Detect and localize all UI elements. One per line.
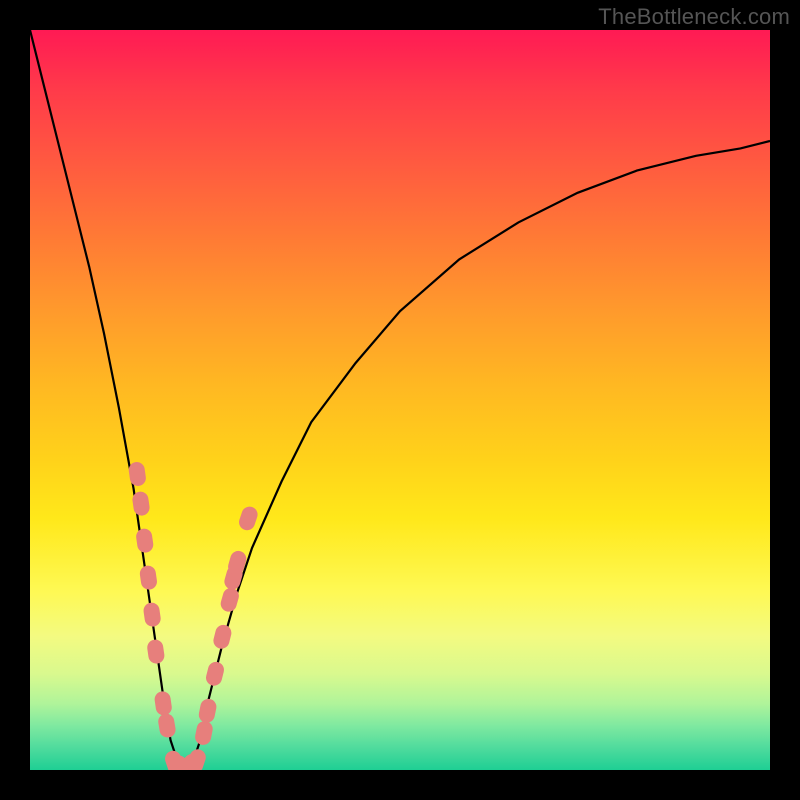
curve-layer xyxy=(30,30,770,770)
marker xyxy=(237,504,260,532)
marker xyxy=(142,602,161,628)
marker xyxy=(154,690,173,716)
marker xyxy=(197,697,217,724)
curve-path xyxy=(30,30,770,770)
curve-markers xyxy=(128,461,260,770)
marker xyxy=(157,712,177,738)
marker xyxy=(146,639,165,665)
marker xyxy=(204,660,225,687)
marker xyxy=(194,720,214,747)
bottleneck-curve xyxy=(30,30,770,770)
marker xyxy=(212,623,233,650)
marker xyxy=(135,528,154,554)
chart-frame: TheBottleneck.com xyxy=(0,0,800,800)
plot-area xyxy=(30,30,770,770)
marker xyxy=(139,565,158,591)
watermark-text: TheBottleneck.com xyxy=(598,4,790,30)
marker xyxy=(128,461,147,487)
